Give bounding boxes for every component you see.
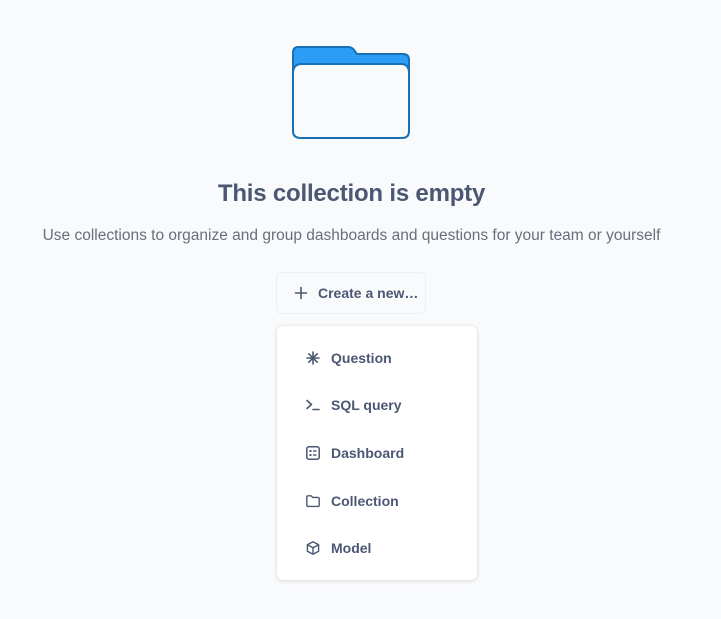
- menu-item-label: SQL query: [331, 397, 402, 414]
- menu-item-label: Model: [331, 540, 372, 557]
- menu-item-sql-query[interactable]: SQL query: [277, 382, 477, 430]
- empty-state-subtitle: Use collections to organize and group da…: [42, 227, 661, 244]
- create-new-button-label: Create a new…: [318, 285, 419, 301]
- menu-item-label: Collection: [331, 492, 399, 509]
- terminal-icon: [305, 397, 321, 413]
- folder-icon: [305, 493, 321, 509]
- menu-item-question[interactable]: Question: [277, 334, 477, 382]
- menu-item-collection[interactable]: Collection: [277, 477, 477, 525]
- plus-icon: [294, 286, 308, 300]
- cube-icon: [305, 540, 321, 556]
- insight-icon: [305, 350, 321, 366]
- menu-item-label: Dashboard: [331, 444, 405, 461]
- empty-folder-illustration: [292, 45, 411, 141]
- create-new-button[interactable]: Create a new…: [276, 272, 426, 314]
- create-new-menu: Question SQL query Dashboard Collection …: [277, 326, 477, 580]
- menu-item-model[interactable]: Model: [277, 524, 477, 572]
- empty-state-title: This collection is empty: [217, 180, 486, 207]
- menu-item-label: Question: [331, 349, 392, 366]
- menu-item-dashboard[interactable]: Dashboard: [277, 429, 477, 477]
- dashboard-icon: [305, 445, 321, 461]
